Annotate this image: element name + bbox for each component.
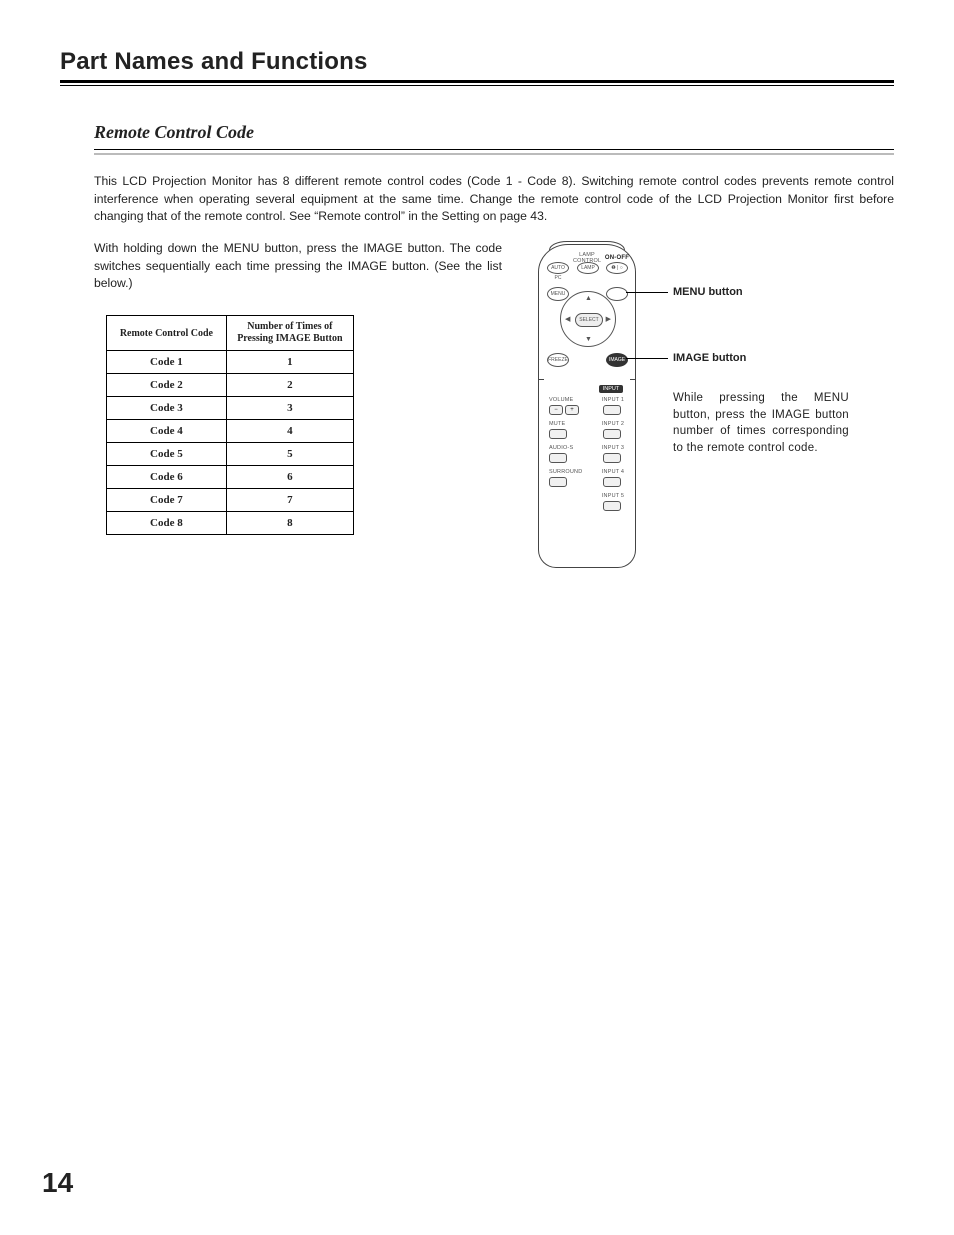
section-rule-gray (94, 153, 894, 155)
button-input1 (603, 405, 621, 415)
notch-left (538, 379, 544, 380)
remote-code-table: Remote Control Code Number of Times of P… (106, 315, 354, 535)
label-input2: INPUT 2 (601, 421, 625, 427)
remote-diagram: LAMP CONTROL ON-OFF AUTO PC LAMP ❶ | ○ M… (538, 244, 868, 568)
notch-right (630, 379, 636, 380)
arrow-up-icon: ▲ (585, 295, 592, 302)
cell-presses: 7 (226, 489, 353, 512)
table-row: Code 11 (107, 351, 354, 374)
table-row: Code 88 (107, 512, 354, 535)
section-title: Remote Control Code (94, 122, 894, 143)
table-row: Code 55 (107, 443, 354, 466)
cell-code: Code 7 (107, 489, 227, 512)
table-row: Code 77 (107, 489, 354, 512)
page-number: 14 (42, 1167, 73, 1199)
button-mute (549, 429, 567, 439)
cell-presses: 3 (226, 397, 353, 420)
cell-code: Code 8 (107, 512, 227, 535)
button-volume-down: − (549, 405, 563, 415)
table-row: Code 33 (107, 397, 354, 420)
button-lamp: LAMP (577, 262, 599, 274)
callout-menu: MENU button (673, 286, 743, 298)
callout-line-menu (626, 292, 668, 293)
arrow-down-icon: ▼ (585, 336, 592, 343)
button-on-off: ❶ | ○ (606, 262, 628, 274)
remote-body: LAMP CONTROL ON-OFF AUTO PC LAMP ❶ | ○ M… (538, 244, 636, 568)
cell-code: Code 4 (107, 420, 227, 443)
cell-presses: 6 (226, 466, 353, 489)
label-surround: SURROUND (549, 469, 585, 475)
intro-paragraph: This LCD Projection Monitor has 8 differ… (94, 173, 894, 226)
button-input4 (603, 477, 621, 487)
cell-code: Code 1 (107, 351, 227, 374)
section-rule (94, 149, 894, 150)
cell-code: Code 3 (107, 397, 227, 420)
button-select: SELECT (575, 313, 603, 327)
callout-line-image (626, 358, 668, 359)
button-menu: MENU (547, 287, 569, 301)
label-input3: INPUT 3 (601, 445, 625, 451)
button-volume-up: + (565, 405, 579, 415)
instruction-paragraph: With holding down the MENU button, press… (94, 240, 502, 293)
button-image: IMAGE (606, 353, 628, 367)
label-input1: INPUT 1 (601, 397, 625, 403)
label-input4: INPUT 4 (601, 469, 625, 475)
label-input-header: INPUT (599, 385, 623, 393)
button-blank (606, 287, 628, 301)
button-input2 (603, 429, 621, 439)
cell-presses: 5 (226, 443, 353, 466)
button-input5 (603, 501, 621, 511)
arrow-left-icon: ◀ (565, 315, 570, 323)
table-row: Code 66 (107, 466, 354, 489)
cell-presses: 4 (226, 420, 353, 443)
label-on-off: ON-OFF (603, 255, 631, 261)
cell-code: Code 5 (107, 443, 227, 466)
label-volume: VOLUME (549, 397, 579, 403)
button-freeze: FREEZE (547, 353, 569, 367)
button-auto-pc: AUTO PC (547, 262, 569, 274)
horizontal-rule (60, 80, 894, 83)
button-input3 (603, 453, 621, 463)
cell-presses: 8 (226, 512, 353, 535)
chapter-title: Part Names and Functions (60, 48, 894, 76)
table-row: Code 22 (107, 374, 354, 397)
arrow-right-icon: ▶ (606, 315, 611, 323)
cell-code: Code 2 (107, 374, 227, 397)
button-audio-s (549, 453, 567, 463)
dpad: ▲ ▼ ◀ ▶ SELECT (560, 291, 616, 347)
cell-code: Code 6 (107, 466, 227, 489)
button-surround (549, 477, 567, 487)
table-header-presses: Number of Times of Pressing IMAGE Button (226, 316, 353, 351)
label-audio-s: AUDIO-S (549, 445, 579, 451)
cell-presses: 1 (226, 351, 353, 374)
table-header-code: Remote Control Code (107, 316, 227, 351)
table-row: Code 44 (107, 420, 354, 443)
label-mute: MUTE (549, 421, 579, 427)
horizontal-rule-thin (60, 85, 894, 86)
callout-image: IMAGE button (673, 352, 746, 364)
callout-help-text: While pressing the MENU button, press th… (673, 390, 849, 457)
label-input5: INPUT 5 (601, 493, 625, 499)
cell-presses: 2 (226, 374, 353, 397)
